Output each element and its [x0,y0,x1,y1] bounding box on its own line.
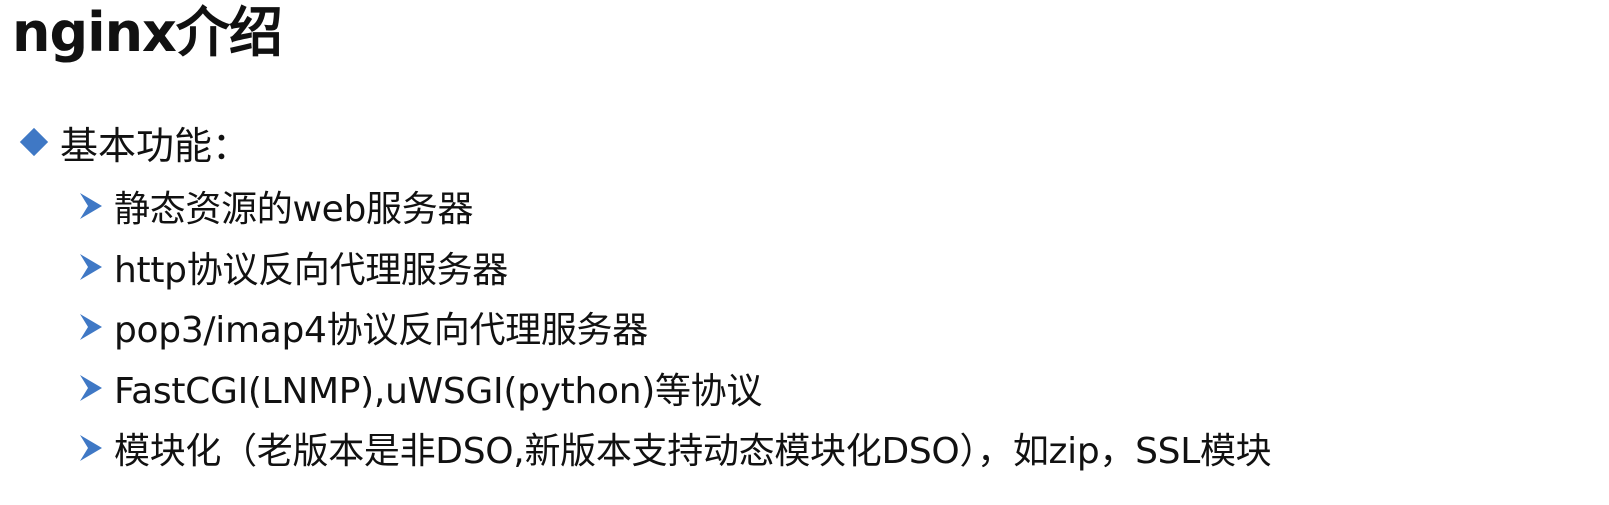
list-item-text: http协议反向代理服务器 [114,249,508,291]
list-item-text: FastCGI(LNMP),uWSGI(python)等协议 [114,370,763,412]
feature-list: 静态资源的web服务器 http协议反向代理服务器 pop3/imap4协议反向… [78,176,1272,479]
list-item: 静态资源的web服务器 [78,176,1271,237]
arrow-bullet-icon [80,193,102,220]
list-item-text: 静态资源的web服务器 [114,189,474,231]
list-item: pop3/imap4协议反向代理服务器 [78,297,1271,358]
section-label: 基本功能： [60,123,251,168]
list-item-text: 模块化（老版本是非DSO,新版本支持动态模块化DSO），如zip，SSL模块 [114,431,1272,473]
list-item: 模块化（老版本是非DSO,新版本支持动态模块化DSO），如zip，SSL模块 [78,418,1272,479]
diamond-bullet-icon [19,127,49,157]
section-heading: 基本功能： [14,116,250,168]
list-item: http协议反向代理服务器 [78,237,1271,298]
list-item-text: pop3/imap4协议反向代理服务器 [114,310,648,352]
arrow-bullet-icon [80,253,102,280]
arrow-bullet-icon [80,314,102,341]
arrow-bullet-icon [80,374,102,401]
list-item: FastCGI(LNMP),uWSGI(python)等协议 [78,358,1271,419]
page-title: nginx介绍 [12,1,283,64]
arrow-bullet-icon [80,435,102,462]
